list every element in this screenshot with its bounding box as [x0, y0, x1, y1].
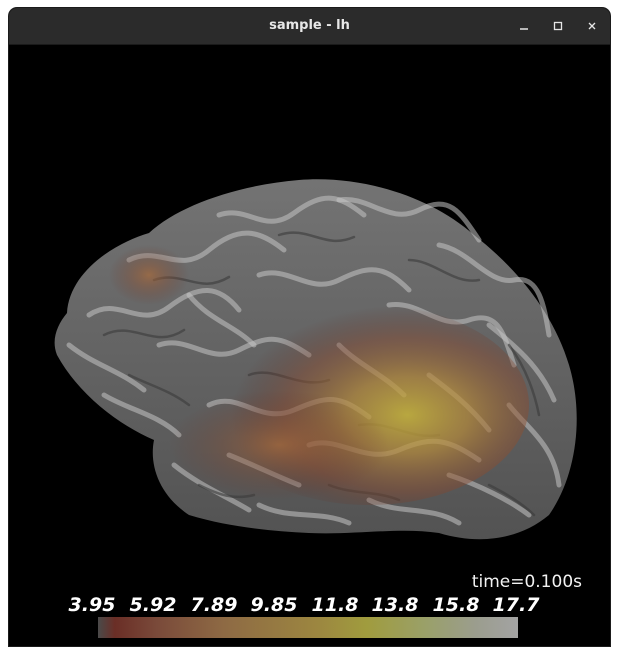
colorbar — [98, 617, 518, 638]
colorbar-tick: 7.89 — [190, 594, 238, 616]
activation-region-temporal — [169, 390, 389, 500]
render-viewport[interactable]: time=0.100s 3.95 5.92 7.89 9.85 11.8 13.… — [9, 45, 610, 646]
minimize-icon — [520, 28, 528, 30]
maximize-button[interactable] — [549, 17, 567, 35]
activation-region-frontal — [109, 245, 189, 305]
colorbar-tick: 9.85 — [250, 594, 298, 616]
colorbar-ticks: 3.95 5.92 7.89 9.85 11.8 13.8 15.8 17.7 — [67, 594, 547, 618]
time-label: time=0.100s — [471, 572, 582, 592]
minimize-button[interactable] — [515, 17, 533, 35]
maximize-icon — [553, 21, 563, 31]
colorbar-tick: 5.92 — [129, 594, 177, 616]
title-bar[interactable]: sample - lh — [9, 8, 610, 45]
colorbar-tick: 15.8 — [432, 594, 480, 616]
close-icon — [588, 22, 596, 30]
colorbar-tick: 11.8 — [311, 594, 359, 616]
colorbar-tick: 3.95 — [68, 594, 116, 616]
app-window: sample - lh time=0.100s 3.95 5.92 7.89 9… — [9, 8, 610, 646]
close-button[interactable] — [583, 17, 601, 35]
brain-surface-render[interactable] — [9, 45, 610, 646]
colorbar-tick: 17.7 — [492, 594, 540, 616]
colorbar-tick: 13.8 — [371, 594, 419, 616]
